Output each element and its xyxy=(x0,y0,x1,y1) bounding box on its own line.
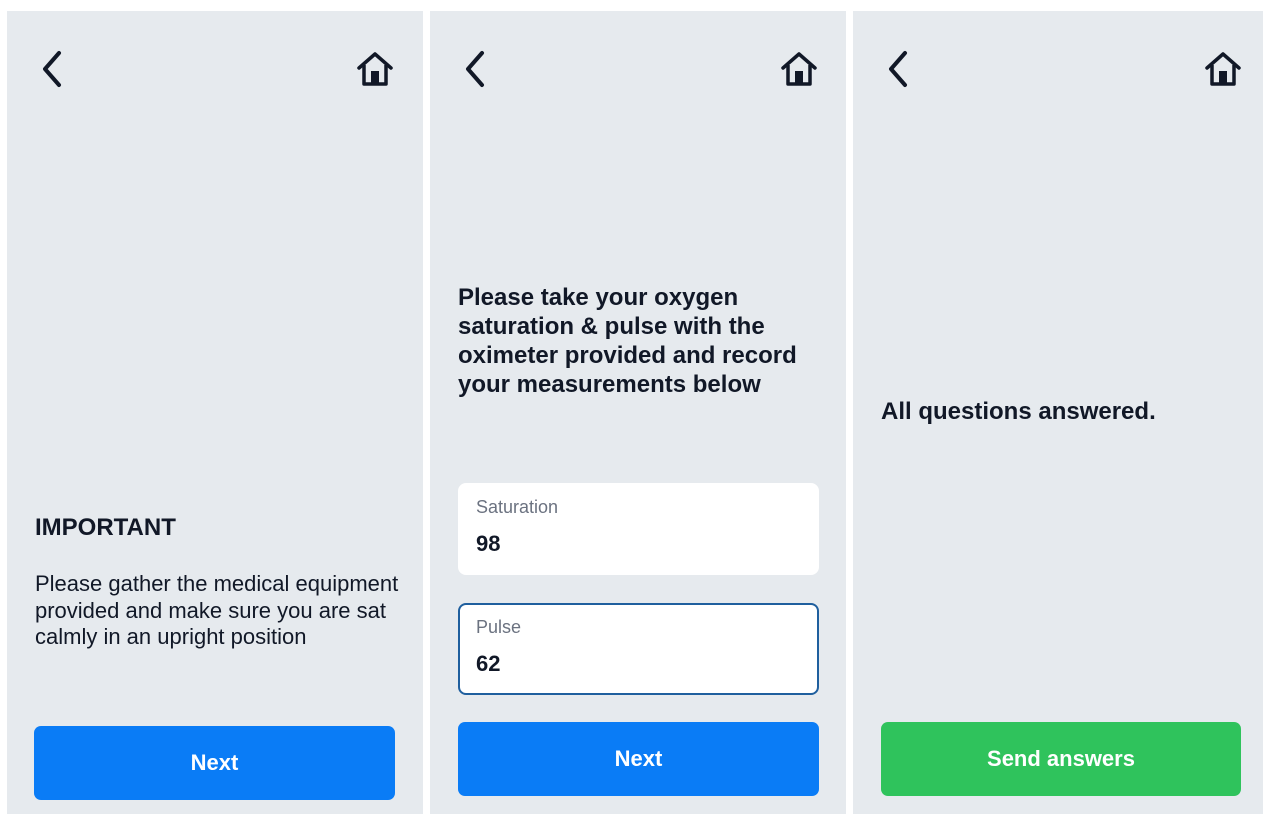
pulse-field[interactable]: Pulse 62 xyxy=(458,603,819,695)
chevron-left-icon xyxy=(466,51,484,87)
screen-important: IMPORTANT Please gather the medical equi… xyxy=(7,11,423,814)
saturation-field[interactable]: Saturation 98 xyxy=(458,483,819,575)
pulse-label: Pulse xyxy=(476,617,522,637)
screen-measurements: Please take your oxygen saturation & pul… xyxy=(430,11,846,814)
back-button[interactable] xyxy=(37,47,69,91)
page-title: Please take your oxygen saturation & pul… xyxy=(458,284,797,398)
instructions-text: Please gather the medical equipment prov… xyxy=(35,571,399,649)
home-icon xyxy=(357,52,393,86)
send-answers-button[interactable]: Send answers xyxy=(881,722,1241,796)
chevron-left-icon xyxy=(889,51,907,87)
home-button[interactable] xyxy=(355,49,395,89)
pulse-value: 62 xyxy=(476,651,501,676)
page-title: IMPORTANT xyxy=(35,514,176,541)
screen-complete: All questions answered. Send answers xyxy=(853,11,1263,814)
saturation-value: 98 xyxy=(476,531,501,556)
home-icon xyxy=(781,52,817,86)
chevron-left-icon xyxy=(43,51,61,87)
home-icon xyxy=(1205,52,1241,86)
page-title: All questions answered. xyxy=(881,398,1156,425)
saturation-label: Saturation xyxy=(476,497,559,517)
back-button[interactable] xyxy=(460,47,492,91)
home-button[interactable] xyxy=(779,49,819,89)
next-button[interactable]: Next xyxy=(34,726,395,800)
next-button[interactable]: Next xyxy=(458,722,819,796)
home-button[interactable] xyxy=(1203,49,1243,89)
back-button[interactable] xyxy=(883,47,915,91)
